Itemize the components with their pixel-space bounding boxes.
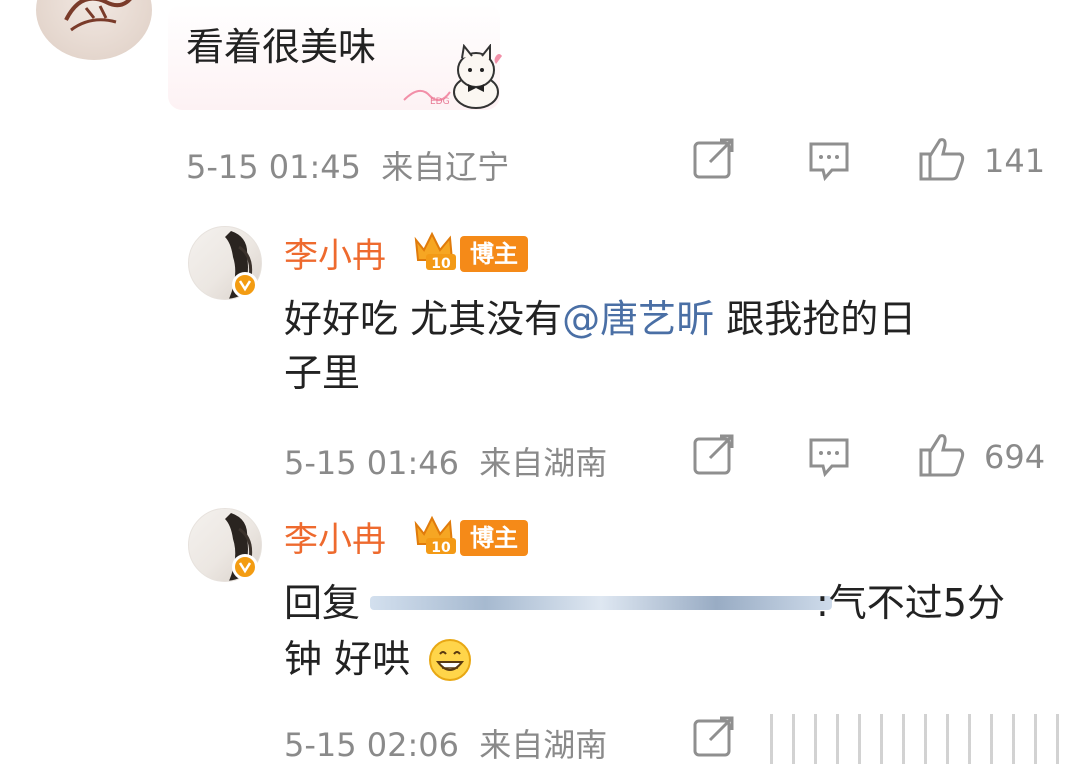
like-count: 141 <box>984 142 1046 180</box>
comment-text: 看着很美味 <box>186 25 377 69</box>
blurred-mention <box>370 596 832 610</box>
reply-text-part: 好好吃 尤其没有 <box>284 297 563 341</box>
comment-location: 来自辽宁 <box>381 148 510 186</box>
like-button[interactable] <box>918 432 966 482</box>
comment-button[interactable] <box>808 140 850 186</box>
share-button[interactable] <box>692 138 736 184</box>
verified-icon <box>232 554 258 580</box>
reply-text-line2: 子里 <box>284 351 361 395</box>
share-button[interactable] <box>692 716 736 762</box>
crown-icon: 10 <box>414 231 456 272</box>
comment-icon <box>809 142 849 182</box>
reply-text: :气不过5分 <box>816 581 1005 625</box>
mention-link[interactable]: @唐艺昕 <box>562 297 714 341</box>
share-button[interactable] <box>692 434 736 480</box>
commenter-avatar[interactable] <box>36 0 152 60</box>
level-badge: 10 <box>410 510 464 562</box>
reply-username[interactable]: 李小冉 <box>284 228 386 277</box>
crown-icon: 10 <box>414 515 456 556</box>
level-number: 10 <box>431 540 451 556</box>
share-icon <box>693 138 734 179</box>
share-icon <box>693 716 734 757</box>
blogger-badge: 博主 <box>460 520 528 556</box>
sticker-image: EDG <box>400 43 510 110</box>
share-icon <box>693 434 734 475</box>
reply-text: 好好吃 尤其没有@唐艺昕 跟我抢的日 <box>284 294 916 344</box>
reply-prefix: 回复 <box>284 581 361 625</box>
thumbs-up-icon <box>919 138 965 181</box>
reply-username[interactable]: 李小冉 <box>284 512 386 561</box>
comment-icon <box>809 438 849 478</box>
verified-icon <box>232 272 258 298</box>
reply-text-part: 跟我抢的日 <box>714 297 917 341</box>
reply-text-line2: 钟 好哄 <box>284 634 410 684</box>
like-button[interactable] <box>918 136 966 186</box>
level-badge: 10 <box>410 226 464 278</box>
reply-time: 5-15 02:06 <box>284 726 460 764</box>
reply-timestamp: 5-15 01:46 来自湖南 <box>284 438 607 484</box>
reply-time: 5-15 01:46 <box>284 444 460 482</box>
reply-timestamp: 5-15 02:06 来自湖南 <box>284 720 607 766</box>
reply-location: 来自湖南 <box>479 444 608 482</box>
comment-button[interactable] <box>808 436 850 482</box>
reply-text-part: 钟 好哄 <box>284 637 411 681</box>
blogger-badge: 博主 <box>460 236 528 272</box>
level-number: 10 <box>431 256 451 272</box>
thumbs-up-icon <box>919 434 965 477</box>
watermark <box>770 714 1070 764</box>
like-count: 694 <box>984 438 1046 476</box>
grin-emoji <box>428 638 472 686</box>
reply-location: 来自湖南 <box>479 726 608 764</box>
comment-time: 5-15 01:45 <box>186 148 362 186</box>
sticker-label: EDG <box>430 97 450 107</box>
comment-timestamp: 5-15 01:45 来自辽宁 <box>186 142 509 188</box>
